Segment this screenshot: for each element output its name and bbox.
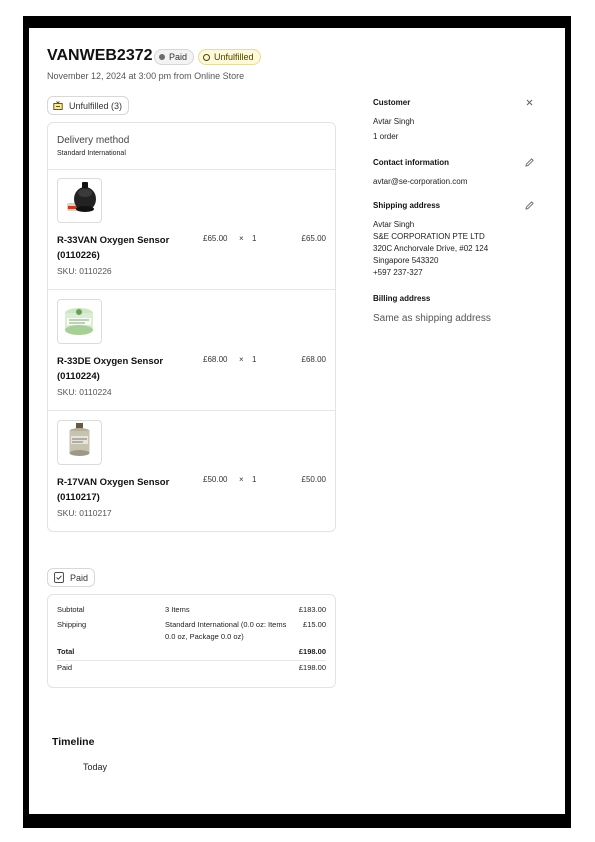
unfulfilled-status-label: Unfulfilled (3) [69,100,123,111]
customer-order-count[interactable]: 1 order [373,131,398,143]
shipping-line-phone: +597 237-327 [373,268,423,277]
subtotal-detail: 3 Items [165,605,190,614]
shipping-detail: Standard International (0.0 oz: Items 0.… [165,620,287,641]
delivery-method-value: Standard International [57,150,126,157]
payment-summary-card: Subtotal 3 Items £183.00 Shipping Standa… [47,594,336,688]
quantity: 1 [252,355,257,364]
shipping-line-city: Singapore 543320 [373,256,439,265]
product-sku: SKU: 0110224 [57,387,112,397]
line-total: £68.00 [301,355,326,364]
product-name[interactable]: R-33DE Oxygen Sensor (0110224) [57,354,192,384]
delivery-method-title: Delivery method [57,135,130,146]
multiply-sign: × [239,355,244,364]
timeline-today-label: Today [83,762,108,772]
fulfillment-card: Delivery method Standard International R… [47,122,336,532]
total-value: £198.00 [298,647,326,656]
timeline-title: Timeline [52,736,95,748]
paid-label: Paid [57,663,73,672]
black-sensor-image [67,182,96,212]
total-label: Total [57,647,75,656]
line-total: £50.00 [301,475,326,484]
product-name[interactable]: R-17VAN Oxygen Sensor (0110217) [57,475,192,505]
billing-address-title: Billing address [373,294,431,303]
quantity: 1 [252,234,257,243]
order-id-title: VANWEB2372 [47,47,153,64]
multiply-sign: × [239,475,244,484]
contact-info-title: Contact information [373,158,449,167]
shipping-label: Shipping [57,620,87,629]
product-thumbnail[interactable] [57,299,102,344]
pencil-icon[interactable] [524,200,535,211]
line-total: £65.00 [301,234,326,243]
product-thumbnail[interactable] [57,420,102,465]
customer-email[interactable]: avtar@se-corporation.com [373,176,467,188]
package-icon [53,101,63,110]
customer-section-title: Customer [373,98,411,107]
customer-name[interactable]: Avtar Singh [373,116,414,128]
green-sensor-image [65,308,93,335]
close-icon[interactable] [524,97,535,108]
fulfillment-status-badge: Unfulfilled [198,49,261,65]
divider [48,410,335,411]
product-sku: SKU: 0110226 [57,266,112,276]
unit-price: £68.00 [203,355,228,364]
grey-sensor-image [69,423,90,456]
paid-status-tag: Paid [47,568,96,587]
shipping-address-title: Shipping address [373,201,441,210]
receipt-icon [54,572,64,583]
product-name[interactable]: R-33VAN Oxygen Sensor (0110226) [57,233,192,263]
paid-dot-icon [159,54,165,60]
shipping-line-street: 320C Anchorvale Drive, #02 124 [373,244,489,253]
divider [57,660,326,661]
subtotal-label: Subtotal [57,605,85,614]
paid-value: £198.00 [298,663,326,672]
shipping-value: £15.00 [303,620,326,629]
unit-price: £65.00 [203,234,228,243]
unfulfilled-ring-icon [203,53,210,61]
quantity: 1 [252,475,257,484]
paid-status-label: Paid [70,572,89,583]
pencil-icon[interactable] [524,157,535,168]
payment-status-badge: Paid [154,49,195,65]
unit-price: £50.00 [203,475,228,484]
unfulfilled-status-tag: Unfulfilled (3) [47,96,130,115]
payment-status-label: Paid [169,52,188,62]
order-date-source: November 12, 2024 at 3:00 pm from Online… [47,71,245,81]
divider [48,289,335,290]
product-thumbnail[interactable] [57,178,102,223]
shipping-line-company: S&E CORPORATION PTE LTD [373,232,485,241]
fulfillment-status-label: Unfulfilled [214,52,254,62]
product-sku: SKU: 0110217 [57,508,112,518]
divider [48,169,335,170]
billing-address-value: Same as shipping address [373,313,491,324]
multiply-sign: × [239,234,244,243]
shipping-line-name: Avtar Singh [373,220,415,229]
subtotal-value: £183.00 [298,605,326,614]
